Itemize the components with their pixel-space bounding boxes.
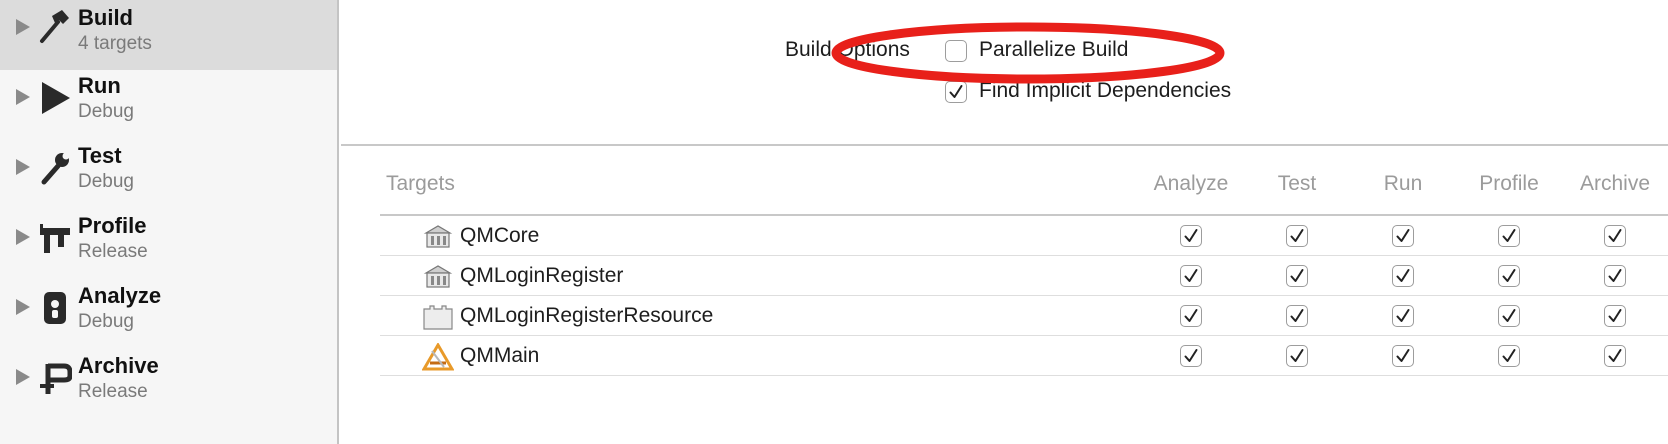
target-name: QMMain [460, 344, 540, 367]
sidebar-item-subtitle: Release [78, 241, 148, 262]
test-column-header: Test [1277, 172, 1317, 195]
framework-icon [422, 263, 454, 291]
find-implicit-dependencies-label[interactable]: Find Implicit Dependencies [979, 79, 1231, 103]
profile-checkbox[interactable] [1498, 345, 1520, 367]
sidebar-item-subtitle: Debug [78, 101, 134, 122]
wrench-icon [38, 150, 72, 186]
test-checkbox[interactable] [1286, 265, 1308, 287]
run-checkbox[interactable] [1392, 225, 1414, 247]
disclosure-triangle-icon[interactable] [16, 299, 30, 315]
disclosure-triangle-icon[interactable] [16, 89, 30, 105]
analyze-icon [38, 290, 72, 326]
profile-checkbox[interactable] [1498, 265, 1520, 287]
analyze-checkbox[interactable] [1180, 305, 1202, 327]
table-row[interactable]: QMCore [380, 216, 1668, 256]
disclosure-triangle-icon[interactable] [16, 159, 30, 175]
caliper-icon [38, 222, 72, 258]
target-name: QMLoginRegister [460, 264, 624, 287]
framework-icon [422, 223, 454, 251]
sidebar-item-subtitle: Debug [78, 171, 134, 192]
targets-column-header: Targets [386, 172, 455, 195]
archive-checkbox[interactable] [1604, 225, 1626, 247]
archive-clamp-icon [38, 360, 73, 396]
profile-checkbox[interactable] [1498, 225, 1520, 247]
run-checkbox[interactable] [1392, 305, 1414, 327]
scheme-action-sidebar: Build 4 targets Run Debug Test Debug Pro… [0, 0, 339, 444]
app-icon [421, 342, 455, 371]
sidebar-item-subtitle: Debug [78, 311, 134, 332]
find-implicit-dependencies-checkbox[interactable] [945, 81, 967, 103]
archive-column-header: Archive [1579, 172, 1651, 195]
checkmark-icon [949, 85, 963, 98]
run-checkbox[interactable] [1392, 345, 1414, 367]
sidebar-item-title: Build [78, 5, 133, 30]
table-row[interactable]: QMLoginRegister [380, 256, 1668, 296]
archive-checkbox[interactable] [1604, 265, 1626, 287]
sidebar-item-title: Test [78, 143, 122, 168]
target-name: QMLoginRegisterResource [460, 304, 714, 327]
disclosure-triangle-icon[interactable] [16, 19, 30, 35]
sidebar-item-build[interactable]: Build 4 targets [0, 0, 337, 70]
sidebar-item-title: Run [78, 73, 121, 98]
disclosure-triangle-icon[interactable] [16, 229, 30, 245]
disclosure-triangle-icon[interactable] [16, 369, 30, 385]
sidebar-item-title: Profile [78, 213, 147, 238]
analyze-checkbox[interactable] [1180, 225, 1202, 247]
sidebar-item-title: Archive [78, 353, 159, 378]
sidebar-item-test[interactable]: Test Debug [0, 138, 337, 208]
sidebar-item-subtitle: Release [78, 381, 148, 402]
sidebar-item-subtitle: 4 targets [78, 33, 152, 54]
sidebar-item-title: Analyze [78, 283, 162, 308]
sidebar-item-run[interactable]: Run Debug [0, 68, 337, 138]
parallelize-build-label[interactable]: Parallelize Build [979, 38, 1128, 62]
parallelize-build-checkbox[interactable] [945, 40, 967, 62]
analyze-checkbox[interactable] [1180, 265, 1202, 287]
run-column-header: Run [1383, 172, 1423, 195]
table-row[interactable]: QMMain [380, 336, 1668, 376]
bundle-icon [422, 303, 454, 331]
analyze-column-header: Analyze [1153, 172, 1229, 195]
test-checkbox[interactable] [1286, 305, 1308, 327]
profile-checkbox[interactable] [1498, 305, 1520, 327]
build-options-label: Build Options [785, 38, 910, 61]
test-checkbox[interactable] [1286, 225, 1308, 247]
play-icon [38, 80, 72, 116]
archive-checkbox[interactable] [1604, 305, 1626, 327]
section-divider [341, 144, 1668, 146]
sidebar-item-archive[interactable]: Archive Release [0, 348, 337, 418]
table-row[interactable]: QMLoginRegisterResource [380, 296, 1668, 336]
sidebar-item-analyze[interactable]: Analyze Debug [0, 278, 337, 348]
archive-checkbox[interactable] [1604, 345, 1626, 367]
sidebar-item-profile[interactable]: Profile Release [0, 208, 337, 278]
profile-column-header: Profile [1479, 172, 1539, 195]
test-checkbox[interactable] [1286, 345, 1308, 367]
target-name: QMCore [460, 224, 540, 247]
hammer-icon [38, 8, 72, 44]
analyze-checkbox[interactable] [1180, 345, 1202, 367]
run-checkbox[interactable] [1392, 265, 1414, 287]
